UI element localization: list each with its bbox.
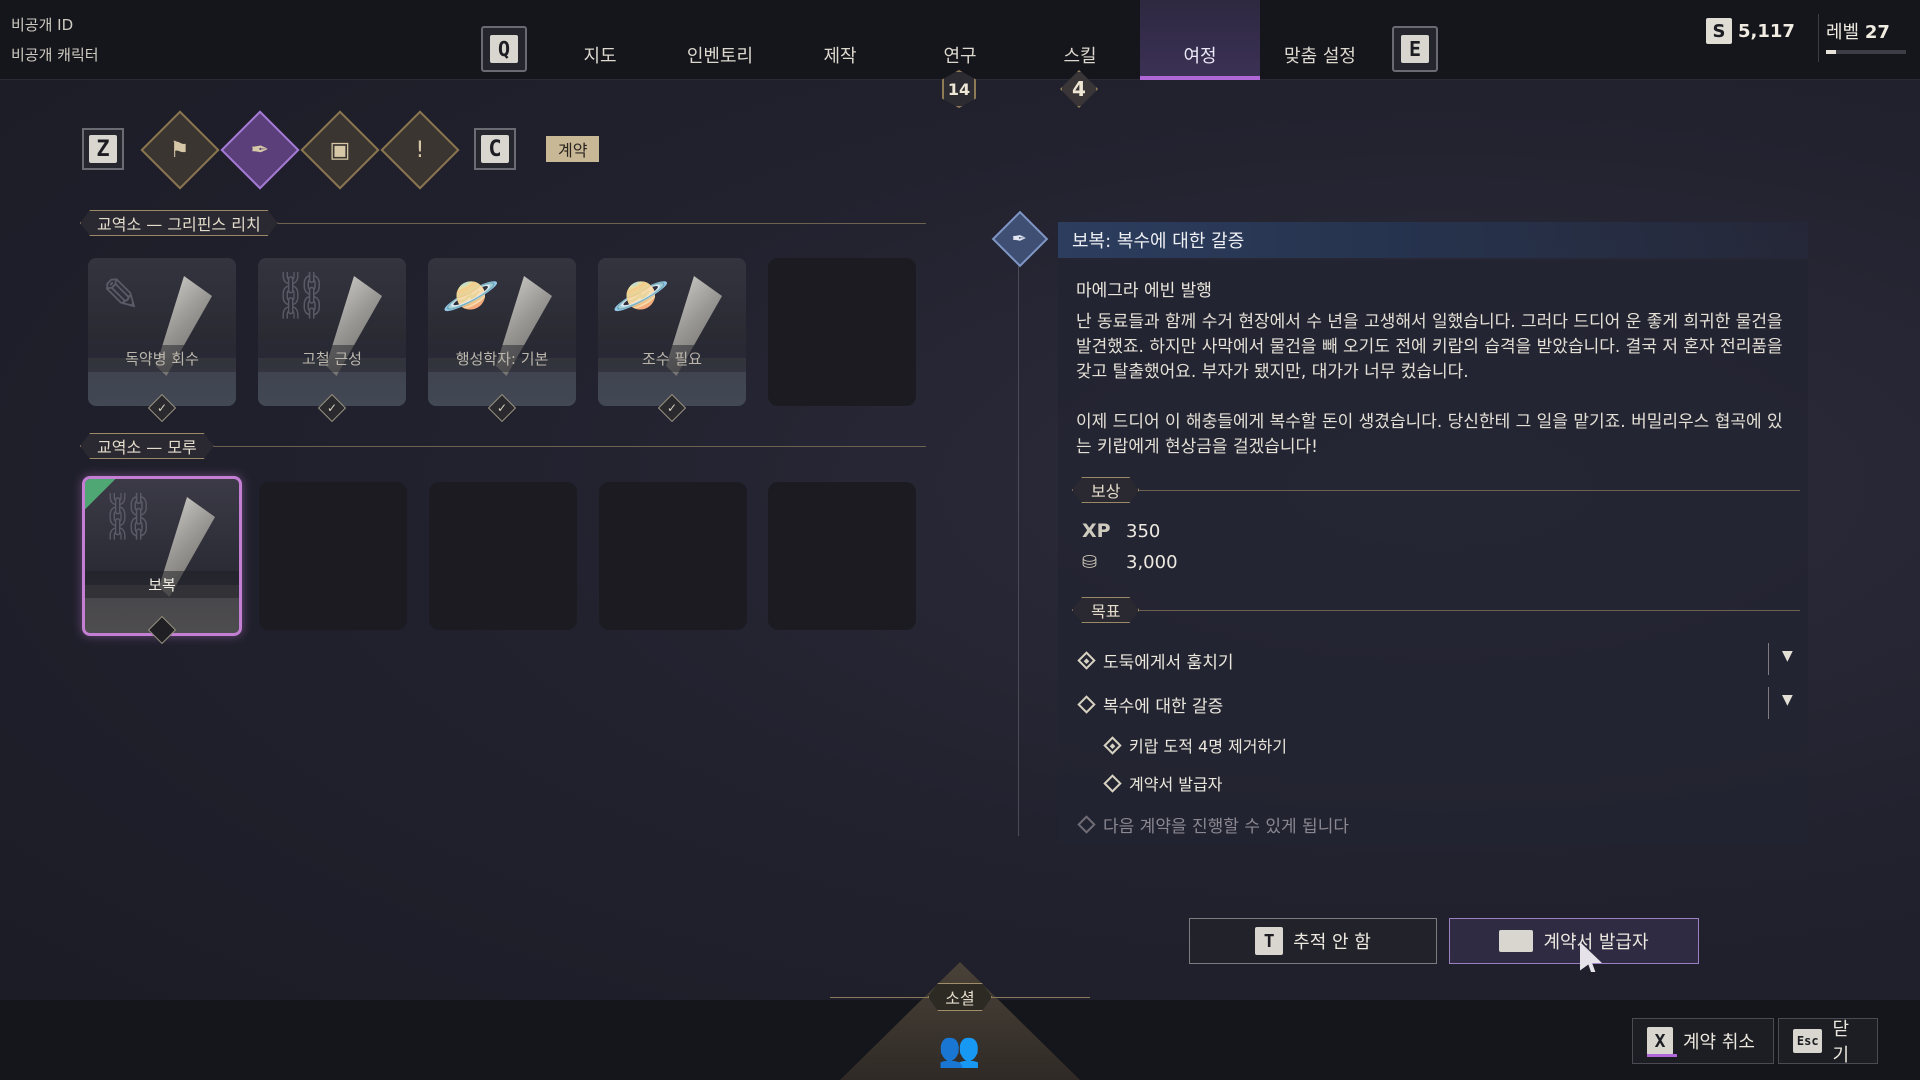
objective-item: 도둑에게서 훔치기 bbox=[1077, 648, 1234, 673]
close-button[interactable]: Esc 닫기 bbox=[1778, 1018, 1878, 1066]
key-hint: Esc bbox=[1793, 1029, 1823, 1053]
objective-item: 복수에 대한 갈증 bbox=[1077, 692, 1223, 717]
empty-contract-slot bbox=[259, 482, 407, 630]
credits-reward: ⛁ 3,000 bbox=[1082, 552, 1178, 573]
tab-crafting[interactable]: 제작 bbox=[780, 0, 900, 80]
key-hint: X bbox=[1647, 1027, 1673, 1055]
next-contract-note: 다음 계약을 진행할 수 있게 됩니다 bbox=[1077, 812, 1349, 837]
contract-issuer-button[interactable]: 계약서 발급자 bbox=[1449, 918, 1699, 964]
objective-pending-icon bbox=[1077, 695, 1096, 714]
chain-link-icon: ⛓ bbox=[99, 489, 158, 543]
chevron-down-icon[interactable]: ▼ bbox=[1782, 692, 1793, 708]
empty-contract-slot bbox=[768, 258, 916, 406]
contract-issuer: 마에그라 에빈 발행 bbox=[1076, 281, 1212, 301]
document-pen-icon: ✎ bbox=[102, 268, 141, 322]
divider bbox=[1818, 14, 1819, 62]
xp-icon: XP bbox=[1082, 520, 1111, 542]
section-header-anvil: 교역소 — 모루 bbox=[80, 432, 926, 460]
tab-research[interactable]: 연구 bbox=[900, 0, 1020, 80]
empty-contract-slot bbox=[768, 482, 916, 630]
contract-card[interactable]: ⛓ 고철 근성 bbox=[258, 258, 406, 406]
tab-inventory[interactable]: 인벤토리 bbox=[660, 0, 780, 80]
contract-title: 보복: 복수에 대한 갈증 bbox=[1058, 222, 1808, 258]
credits-coin-icon: ⛁ bbox=[1082, 552, 1098, 573]
pen-nib-filter-icon[interactable]: ✒ bbox=[220, 110, 300, 190]
xp-reward: XP 350 bbox=[1082, 520, 1161, 542]
spacebar-key-icon bbox=[1499, 930, 1534, 952]
pen-nib-icon: ✒ bbox=[991, 210, 1049, 268]
exclamation-filter-icon[interactable]: ! bbox=[380, 110, 460, 190]
top-navigation-bar: 비공개 ID 비공개 캐릭터 Q 지도 인벤토리 제작 연구 스킬 여정 맞춤 … bbox=[0, 0, 1920, 80]
next-filter-key[interactable]: C bbox=[474, 128, 516, 170]
tab-customization[interactable]: 맞춤 설정 bbox=[1260, 0, 1380, 80]
level-display: 레벨 27 bbox=[1826, 22, 1890, 43]
card-filter-icon[interactable]: ▣ bbox=[300, 110, 380, 190]
people-group-icon: 👥 bbox=[938, 1030, 981, 1070]
contract-card[interactable]: 🪐 조수 필요 bbox=[598, 258, 746, 406]
tab-journey[interactable]: 여정 bbox=[1140, 0, 1260, 80]
contract-card[interactable]: 🪐 행성학자: 기본 bbox=[428, 258, 576, 406]
prev-tab-key[interactable]: Q bbox=[481, 26, 527, 72]
sub-objective-item: 계약서 발급자 bbox=[1103, 771, 1222, 795]
section-header-griffins-reach: 교역소 — 그리핀스 리치 bbox=[80, 209, 926, 237]
divider bbox=[1768, 687, 1769, 719]
timeline-line bbox=[1018, 256, 1019, 836]
divider bbox=[1768, 643, 1769, 675]
objective-complete-icon bbox=[1103, 735, 1122, 755]
player-character: 비공개 캐릭터 bbox=[11, 46, 99, 64]
prev-filter-key[interactable]: Z bbox=[82, 128, 124, 170]
planet-icon: 🪐 bbox=[442, 268, 500, 322]
contract-card[interactable]: ✎ 독약병 회수 bbox=[88, 258, 236, 406]
next-tab-key[interactable]: E bbox=[1392, 26, 1438, 72]
bookmark-filter-icon[interactable]: ⚑ bbox=[140, 110, 220, 190]
tab-skills[interactable]: 스킬 bbox=[1020, 0, 1140, 80]
sub-objective-item: 키랍 도적 4명 제거하기 bbox=[1103, 733, 1287, 757]
objective-pending-icon bbox=[1103, 773, 1122, 793]
cancel-contract-button[interactable]: X 계약 취소 bbox=[1632, 1018, 1774, 1064]
active-filter-label: 계약 bbox=[546, 136, 600, 162]
contract-description: 난 동료들과 함께 수거 현장에서 수 년을 고생해서 일했습니다. 그러다 드… bbox=[1076, 312, 1783, 457]
locked-objective-icon bbox=[1077, 815, 1096, 834]
contract-card-selected[interactable]: ⛓ 보복 bbox=[82, 476, 242, 636]
rewards-header: 보상 bbox=[1072, 476, 1800, 504]
credits-icon: S bbox=[1706, 18, 1732, 44]
empty-contract-slot bbox=[429, 482, 577, 630]
tab-map[interactable]: 지도 bbox=[540, 0, 660, 80]
objectives-header: 목표 bbox=[1072, 596, 1800, 624]
key-hint: T bbox=[1255, 927, 1284, 955]
credits-display: S 5,117 bbox=[1706, 18, 1795, 44]
objective-complete-icon bbox=[1077, 651, 1096, 670]
untrack-button[interactable]: T 추적 안 함 bbox=[1189, 918, 1437, 964]
chevron-down-icon[interactable]: ▼ bbox=[1782, 648, 1793, 664]
empty-contract-slot bbox=[599, 482, 747, 630]
key-underline bbox=[1647, 1054, 1677, 1057]
social-label[interactable]: 소셜 bbox=[928, 983, 992, 1011]
player-id: 비공개 ID bbox=[11, 16, 74, 34]
planet-icon: 🪐 bbox=[612, 268, 670, 322]
chain-link-icon: ⛓ bbox=[272, 268, 331, 322]
credits-amount: 5,117 bbox=[1738, 20, 1795, 42]
level-progress-bar bbox=[1826, 50, 1906, 54]
